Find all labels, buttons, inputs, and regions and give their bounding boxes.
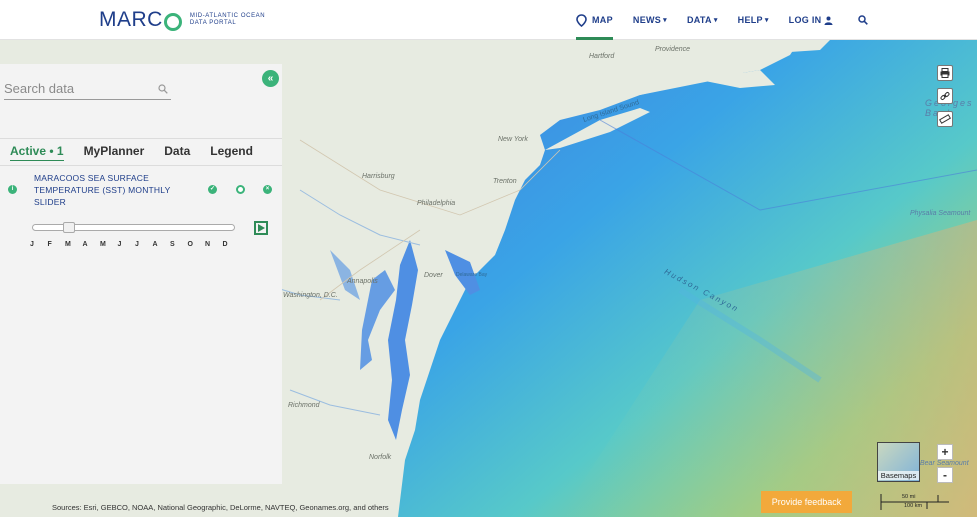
basemaps-button[interactable]: Basemaps (877, 442, 920, 482)
nav-help[interactable]: HELP ▾ (738, 0, 769, 40)
month-label: S (170, 241, 175, 248)
search-icon (858, 15, 869, 25)
brand-pin-icon (163, 13, 182, 31)
measure-button[interactable] (937, 111, 953, 127)
label-hartford: Hartford (589, 53, 615, 60)
opacity-icon[interactable] (236, 185, 245, 194)
month-label: M (100, 241, 106, 248)
play-button[interactable] (254, 221, 268, 235)
layer-visible-check-icon[interactable]: ✓ (208, 185, 217, 194)
tab-myplanner[interactable]: MyPlanner (84, 144, 145, 160)
month-label: A (152, 241, 158, 248)
label-philadelphia: Philadelphia (417, 200, 456, 207)
search-input[interactable] (4, 81, 144, 96)
month-label: F (47, 241, 52, 248)
month-slider-handle[interactable] (62, 222, 75, 233)
layer-title: MARACOOS SEA SURFACE TEMPERATURE (SST) M… (34, 173, 171, 207)
search-icon (158, 83, 168, 94)
month-labels: JFMAMJJASOND (30, 241, 240, 248)
nav-news[interactable]: NEWS ▾ (633, 0, 667, 40)
ruler-icon (939, 114, 951, 124)
map-attribution: Sources: Esri, GEBCO, NOAA, National Geo… (52, 503, 389, 512)
month-label: J (135, 241, 139, 248)
print-icon (940, 68, 950, 78)
main-nav: MAP NEWS ▾ DATA ▾ HELP ▾ LOG IN (576, 0, 893, 40)
label-washington: Washington, D.C. (283, 292, 338, 299)
zoom-out-button[interactable]: - (937, 467, 953, 483)
label-richmond: Richmond (288, 402, 320, 409)
search-box (4, 78, 171, 100)
nav-login[interactable]: LOG IN (789, 0, 839, 40)
month-label: O (187, 241, 193, 248)
caret-down-icon: ▾ (663, 17, 667, 24)
caret-down-icon: ▾ (764, 17, 769, 24)
tab-active[interactable]: Active • 1 (10, 144, 64, 161)
collapse-panel-button[interactable]: « (262, 70, 279, 87)
link-icon (940, 92, 950, 100)
label-providence: Providence (655, 46, 691, 53)
zoom-in-button[interactable]: + (937, 444, 953, 460)
panel-tabs: Active • 1 MyPlanner Data Legend (0, 138, 282, 166)
nav-search[interactable] (858, 0, 873, 40)
user-icon (824, 16, 833, 25)
share-link-button[interactable] (937, 88, 953, 104)
month-label: J (117, 241, 122, 248)
label-dover: Dover (424, 272, 443, 279)
caret-down-icon: ▾ (713, 17, 718, 24)
month-label: J (30, 241, 34, 248)
label-norfolk: Norfolk (369, 454, 392, 461)
play-icon (257, 224, 265, 232)
label-bear-seamount: Bear Seamount (920, 460, 969, 467)
month-label: D (222, 241, 228, 248)
month-label: M (65, 241, 71, 248)
brand-subtitle: Mid-Atlantic Ocean Data Portal (189, 13, 266, 26)
scale-km: 100 km (904, 503, 923, 509)
scale-mi: 50 mi (902, 494, 916, 500)
nav-data[interactable]: DATA ▾ (687, 0, 718, 40)
label-harrisburg: Harrisburg (362, 173, 395, 180)
tab-legend[interactable]: Legend (210, 144, 253, 160)
marco-logo[interactable]: MARC Mid-Atlantic Ocean Data Portal (99, 8, 265, 32)
month-label: N (205, 241, 211, 248)
label-delaware-bay: Delaware Bay (456, 272, 488, 278)
label-annapolis: Annapolis (347, 278, 378, 285)
tab-data[interactable]: Data (164, 144, 190, 160)
label-physalia-seamount: Physalia Seamount (910, 210, 971, 217)
nav-map[interactable]: MAP (576, 0, 613, 40)
month-label: A (82, 241, 88, 248)
label-new-york: New York (498, 136, 528, 143)
map-pin-icon (576, 13, 587, 27)
basemaps-label: Basemaps (878, 471, 919, 480)
brand-name: MARC (99, 8, 163, 31)
remove-layer-icon[interactable]: × (263, 185, 272, 194)
scale-bar: 50 mi 100 km (880, 492, 950, 512)
provide-feedback-button[interactable]: Provide feedback (761, 491, 852, 513)
label-trenton: Trenton (493, 178, 517, 185)
layer-panel: « Active • 1 MyPlanner Data Legend i MAR… (0, 64, 282, 484)
info-icon[interactable]: i (8, 185, 17, 194)
print-button[interactable] (937, 65, 953, 81)
top-header: MARC Mid-Atlantic Ocean Data Portal MAP … (0, 0, 977, 40)
